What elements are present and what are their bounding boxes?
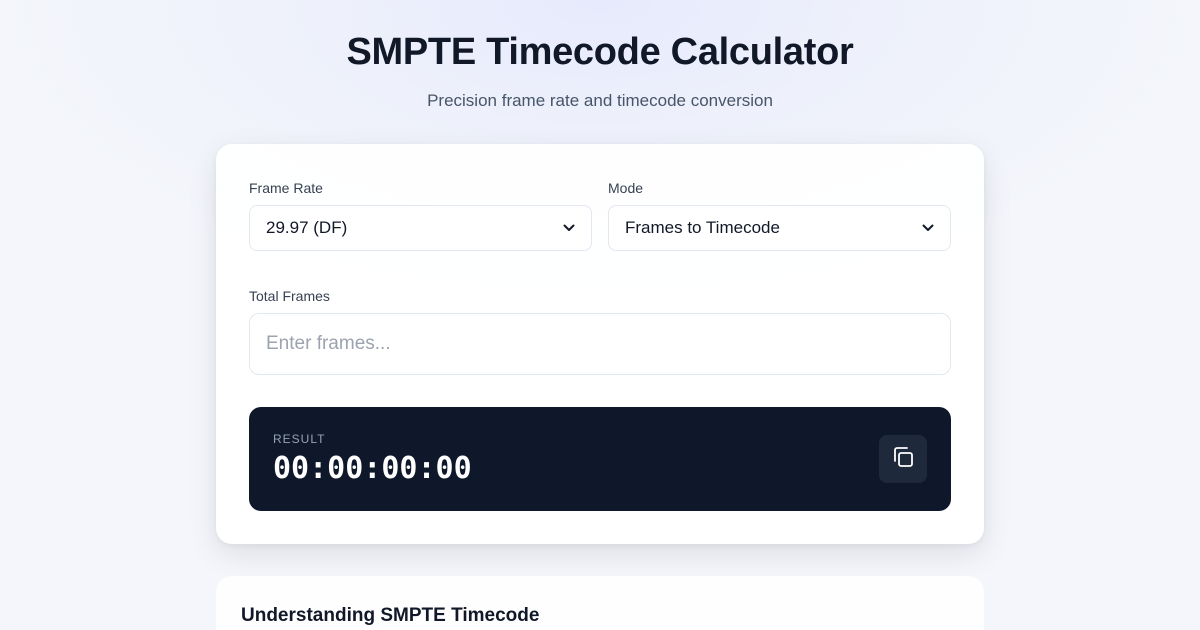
copy-icon bbox=[891, 445, 915, 474]
total-frames-label: Total Frames bbox=[249, 288, 330, 304]
mode-label: Mode bbox=[608, 180, 644, 196]
page-title: SMPTE Timecode Calculator bbox=[346, 31, 854, 73]
page-header: SMPTE Timecode Calculator Precision fram… bbox=[0, 30, 1200, 112]
info-card: Understanding SMPTE Timecode bbox=[216, 576, 984, 630]
frame-rate-selected-value: 29.97 (DF) bbox=[266, 218, 348, 237]
chevron-down-icon bbox=[563, 222, 575, 234]
calculator-card: Frame Rate 29.97 (DF) Mode Frames to Tim… bbox=[216, 144, 984, 544]
frame-rate-select[interactable]: 29.97 (DF) bbox=[249, 205, 592, 251]
page-subtitle: Precision frame rate and timecode conver… bbox=[427, 91, 773, 110]
info-card-title: Understanding SMPTE Timecode bbox=[241, 605, 540, 626]
result-label: RESULT bbox=[273, 432, 326, 446]
chevron-down-icon bbox=[922, 222, 934, 234]
result-panel: RESULT 00:00:00:00 bbox=[249, 407, 951, 511]
mode-selected-value: Frames to Timecode bbox=[625, 218, 780, 237]
frame-rate-label: Frame Rate bbox=[249, 180, 323, 196]
total-frames-input[interactable] bbox=[249, 313, 951, 375]
result-timecode: 00:00:00:00 bbox=[273, 451, 472, 486]
copy-button[interactable] bbox=[879, 435, 927, 483]
mode-select[interactable]: Frames to Timecode bbox=[608, 205, 951, 251]
